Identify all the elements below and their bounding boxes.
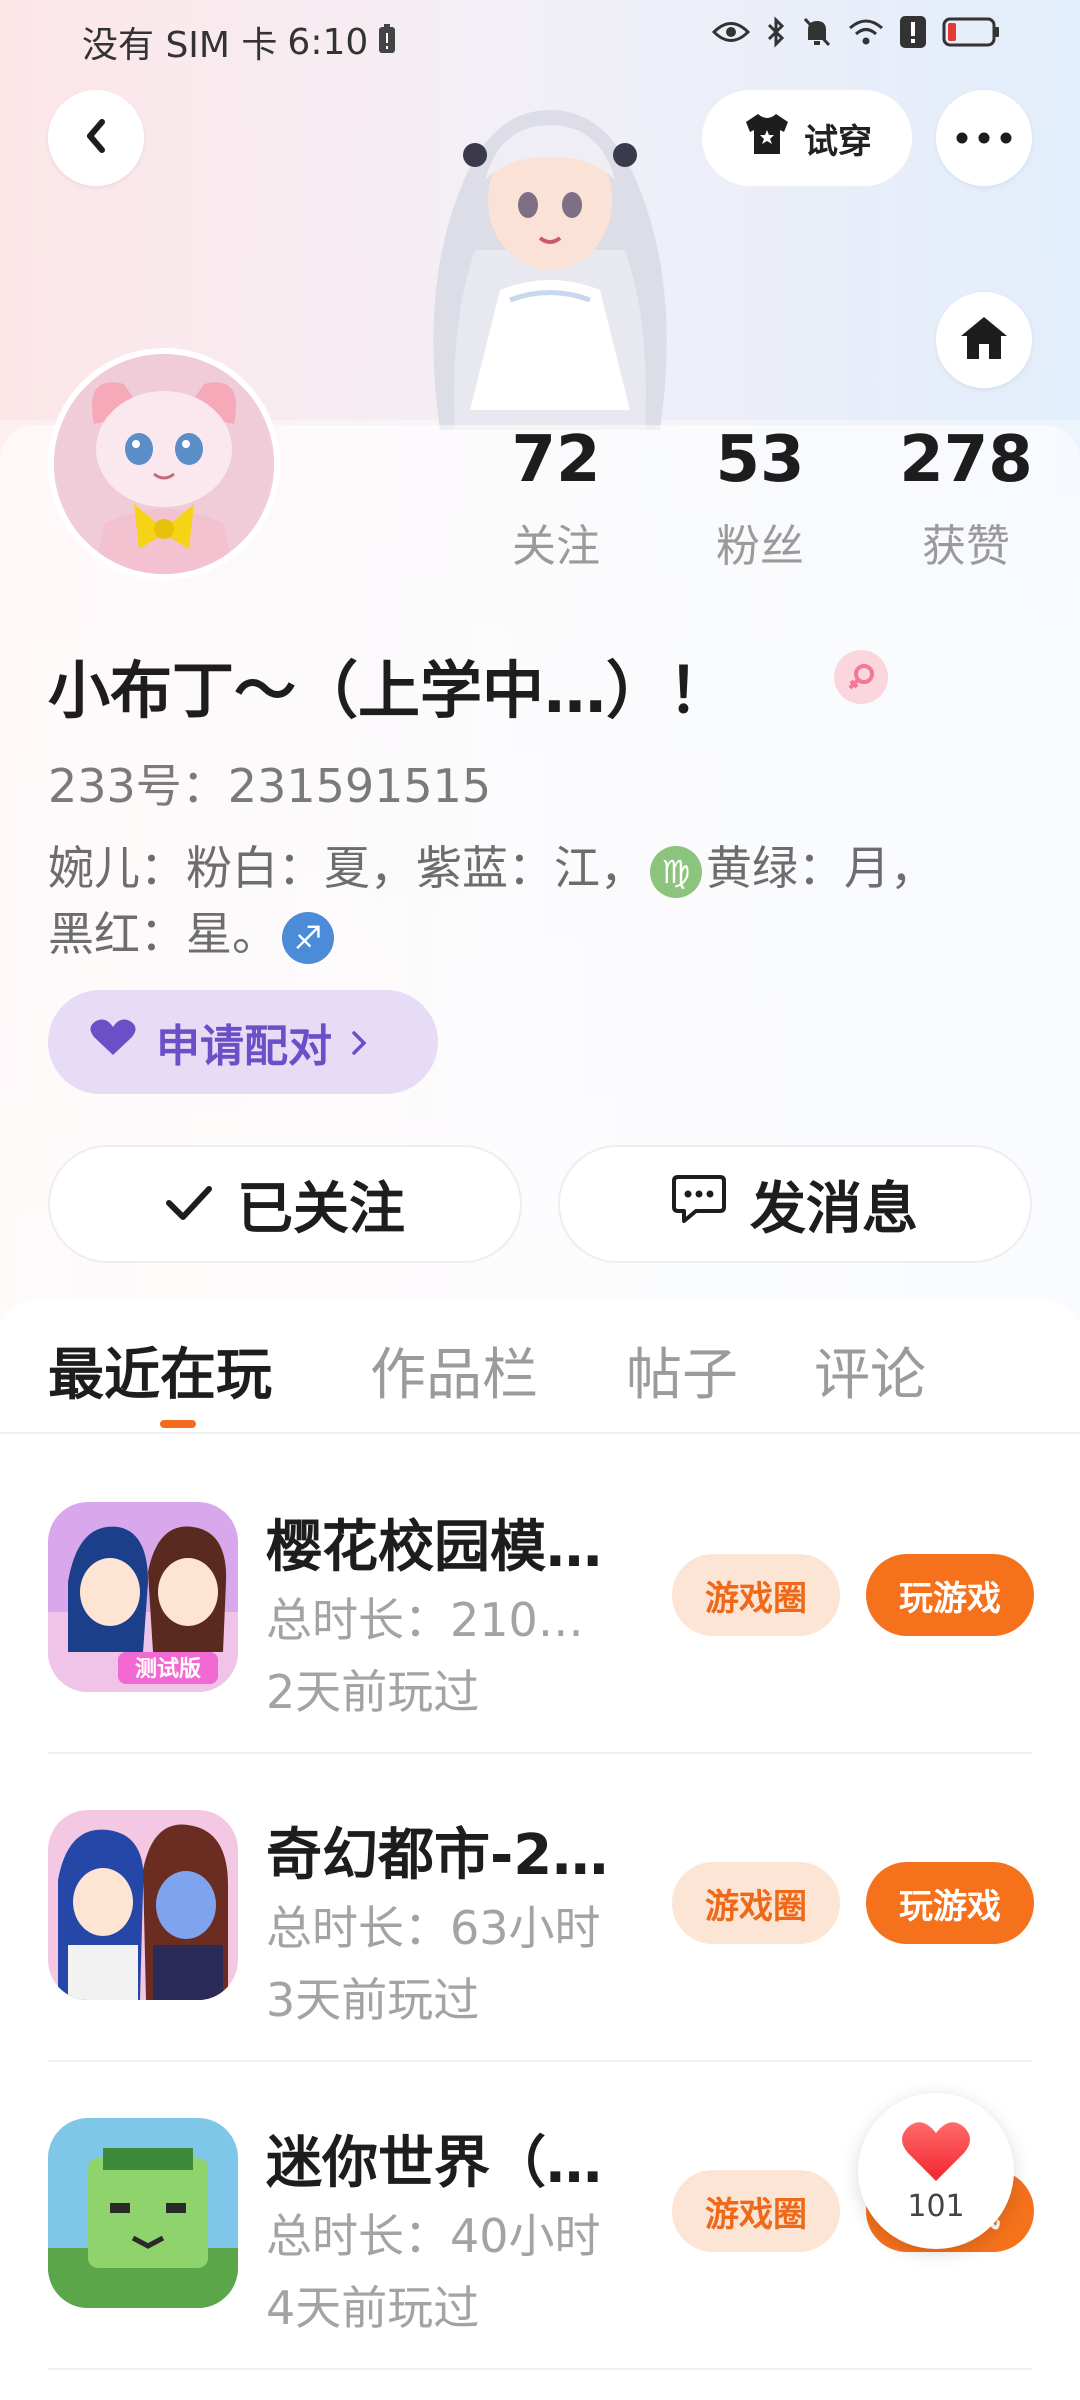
female-gender-icon: [834, 650, 888, 704]
bluetooth-icon: [766, 16, 786, 48]
wifi-icon: [848, 18, 884, 46]
likes-count: 278: [899, 423, 1033, 497]
heart-icon: [88, 1017, 138, 1068]
battery-alert-icon: [378, 22, 396, 63]
bio-text-1: 婉儿：粉白：夏，紫蓝：江，: [48, 841, 646, 895]
game-playtime: 总时长：63小时: [266, 1901, 601, 1955]
game-icon-sakura-school: 测试版: [48, 1502, 238, 1692]
tab-works[interactable]: 作品栏: [370, 1330, 538, 1411]
active-tab-indicator: [160, 1420, 196, 1428]
play-game-button[interactable]: 玩游戏: [866, 1862, 1034, 1944]
svg-text:测试版: 测试版: [135, 1657, 201, 1682]
following-label: 关注: [512, 521, 600, 572]
clock: 6:10: [287, 21, 369, 63]
request-pair-label: 申请配对: [156, 1021, 332, 1072]
list-item[interactable]: 测试版 樱花校园模… 总时长：210… 2天前玩过 游戏圈 玩游戏: [0, 1460, 1080, 1768]
game-playtime: 总时长：210…: [266, 1593, 584, 1647]
tab-comments[interactable]: 评论: [814, 1330, 926, 1411]
carrier-text: 没有 SIM 卡: [82, 25, 278, 66]
eye-icon: [712, 19, 750, 45]
list-item[interactable]: 奇幻都市-2… 总时长：63小时 3天前玩过 游戏圈 玩游戏: [0, 1768, 1080, 2076]
game-playtime: 总时长：40小时: [266, 2209, 601, 2263]
following-count: 72: [511, 423, 601, 497]
followers-count: 53: [715, 423, 805, 497]
try-on-button[interactable]: 试穿: [702, 90, 912, 186]
game-icon-mini-world: [48, 2118, 238, 2308]
like-button[interactable]: 101: [858, 2093, 1014, 2249]
game-circle-button[interactable]: 游戏圈: [672, 1862, 840, 1944]
stat-following[interactable]: 72 关注: [476, 428, 636, 574]
send-message-button[interactable]: 发消息: [558, 1145, 1032, 1263]
stat-followers[interactable]: 53 粉丝: [680, 428, 840, 574]
game-last-played: 4天前玩过: [266, 2281, 480, 2335]
chevron-left-icon: [80, 116, 112, 160]
profile-bio: 婉儿：粉白：夏，紫蓝：江， ♍ 黄绿：月，黑红：星。 ♐: [48, 835, 968, 967]
game-title: 奇幻都市-2…: [266, 1823, 609, 1888]
heart-like-icon: [900, 2119, 972, 2187]
tab-posts[interactable]: 帖子: [626, 1330, 738, 1411]
game-last-played: 3天前玩过: [266, 1973, 480, 2027]
user-id: 233号：231591515: [48, 759, 492, 813]
alert-icon: [900, 16, 926, 48]
status-bar: 没有 SIM 卡 6:10: [0, 0, 1080, 72]
try-on-label: 试穿: [804, 121, 872, 162]
send-message-label: 发消息: [750, 1176, 918, 1242]
game-icon-fantasy-city: [48, 1810, 238, 2000]
chevron-right-icon: [350, 1017, 368, 1068]
stat-likes[interactable]: 278 获赞: [886, 428, 1046, 574]
game-title: 迷你世界（…: [266, 2131, 602, 2196]
home-button[interactable]: [936, 292, 1032, 388]
likes-label: 获赞: [922, 521, 1010, 572]
play-game-button[interactable]: 玩游戏: [866, 1554, 1034, 1636]
battery-icon: [942, 17, 1000, 47]
more-button[interactable]: [936, 90, 1032, 186]
game-title: 樱花校园模…: [266, 1515, 602, 1580]
sagittarius-icon: ♐: [282, 911, 334, 964]
following-button-label: 已关注: [237, 1176, 405, 1242]
like-count: 101: [907, 2188, 965, 2224]
checkmark-icon: [165, 1172, 213, 1237]
user-avatar[interactable]: [48, 348, 280, 580]
game-circle-button[interactable]: 游戏圈: [672, 2170, 840, 2252]
character-illustration: [380, 70, 720, 430]
back-button[interactable]: [48, 90, 144, 186]
game-last-played: 2天前玩过: [266, 1665, 480, 1719]
request-pair-button[interactable]: 申请配对: [48, 990, 438, 1094]
game-circle-button[interactable]: 游戏圈: [672, 1554, 840, 1636]
mute-bell-icon: [802, 16, 832, 48]
tab-recently-played[interactable]: 最近在玩: [48, 1330, 272, 1411]
virgo-icon: ♍: [650, 845, 702, 898]
profile-name: 小布丁～（上学中…）！: [48, 654, 731, 727]
chat-bubble-icon: [672, 1172, 726, 1237]
home-icon: [958, 314, 1010, 366]
more-dots-icon: [956, 129, 1012, 148]
followers-label: 粉丝: [716, 521, 804, 572]
tshirt-icon: [742, 112, 792, 165]
following-button[interactable]: 已关注: [48, 1145, 522, 1263]
